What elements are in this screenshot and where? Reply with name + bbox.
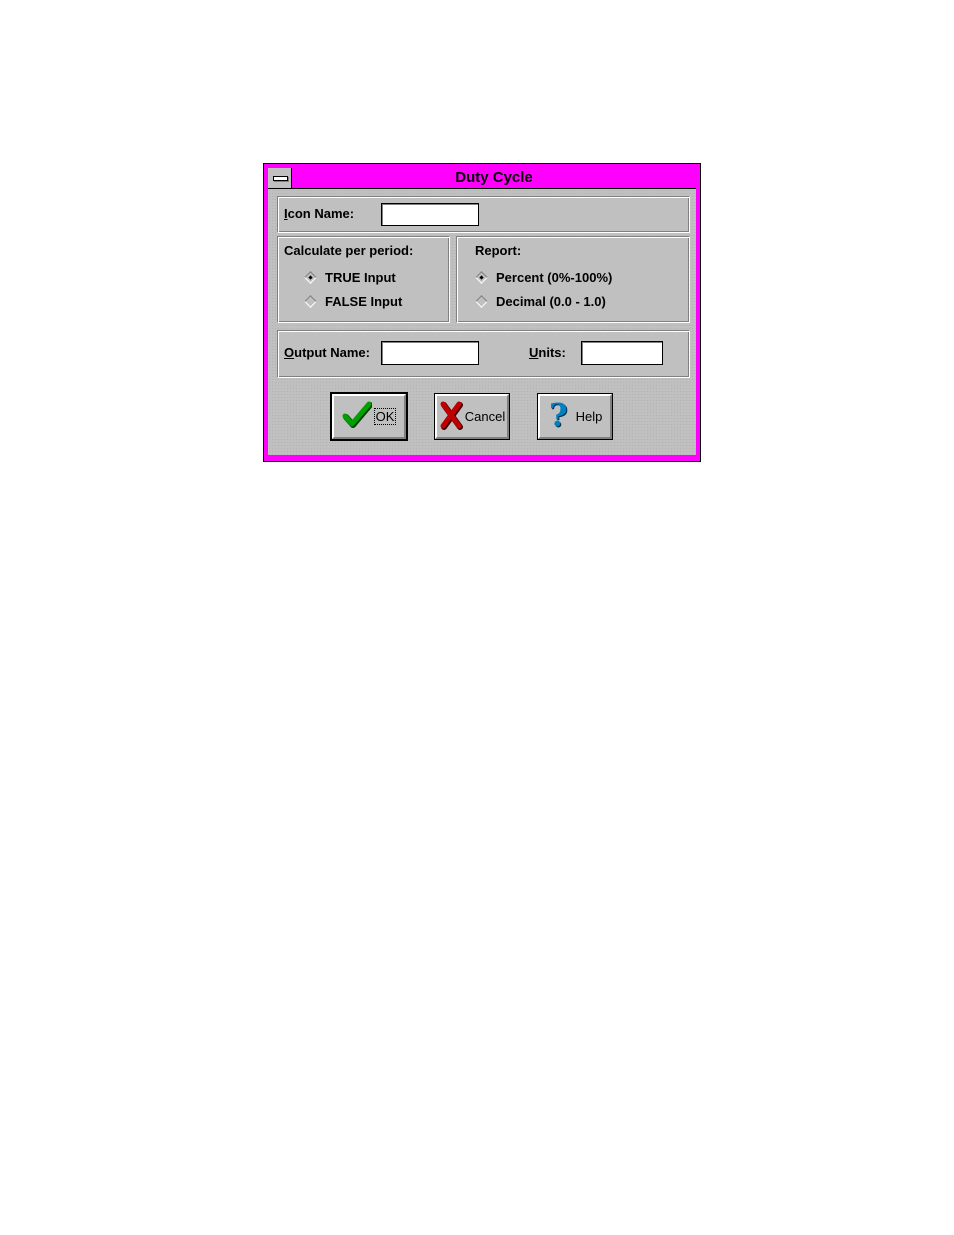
icon-name-label: Icon Name:: [284, 206, 355, 221]
cancel-button-label: Cancel: [464, 409, 506, 424]
system-menu-icon: [273, 176, 288, 181]
svg-text:?: ?: [549, 398, 568, 432]
duty-cycle-dialog: Duty Cycle Icon Name: Calculate per peri…: [263, 163, 701, 462]
system-menu-button[interactable]: [268, 168, 292, 188]
radio-label: TRUE Input: [325, 269, 396, 285]
report-group: Report: Percent (0%-100%) Decimal (0.0 -…: [456, 236, 690, 323]
radio-unselected-icon: [304, 294, 317, 308]
radio-label: Decimal (0.0 - 1.0): [496, 293, 606, 309]
output-name-input[interactable]: [381, 341, 479, 365]
ok-button-label: OK: [373, 408, 397, 425]
units-input[interactable]: [581, 341, 663, 365]
dialog-body: Icon Name: Calculate per period: TRUE In…: [268, 189, 696, 455]
cancel-button[interactable]: Cancel: [434, 393, 510, 440]
radio-true-input[interactable]: TRUE Input: [304, 268, 396, 286]
icon-name-input[interactable]: [381, 203, 479, 226]
calculate-group: Calculate per period: TRUE Input FALSE I…: [277, 236, 450, 323]
checkmark-icon: [342, 400, 373, 433]
radio-selected-icon: [304, 270, 317, 284]
ok-button[interactable]: OK: [330, 392, 408, 441]
units-label: Units:: [529, 345, 566, 360]
radio-unselected-icon: [475, 294, 488, 308]
radio-label: Percent (0%-100%): [496, 269, 613, 285]
radio-decimal[interactable]: Decimal (0.0 - 1.0): [475, 292, 606, 310]
output-group: Output Name: Units:: [277, 330, 690, 378]
radio-selected-icon: [475, 270, 488, 284]
radio-percent[interactable]: Percent (0%-100%): [475, 268, 612, 286]
help-button-label: Help: [575, 409, 603, 424]
radio-label: FALSE Input: [325, 293, 403, 309]
x-icon: [439, 400, 463, 433]
question-mark-icon: ? ?: [548, 396, 570, 435]
report-heading: Report:: [475, 243, 522, 258]
window-title: Duty Cycle: [455, 169, 533, 186]
output-name-label: Output Name:: [284, 345, 370, 360]
title-bar[interactable]: Duty Cycle: [268, 168, 696, 189]
radio-false-input[interactable]: FALSE Input: [304, 292, 402, 310]
help-button[interactable]: ? ? Help: [537, 393, 613, 440]
icon-name-group: Icon Name:: [277, 196, 690, 233]
calculate-heading: Calculate per period:: [284, 243, 414, 258]
